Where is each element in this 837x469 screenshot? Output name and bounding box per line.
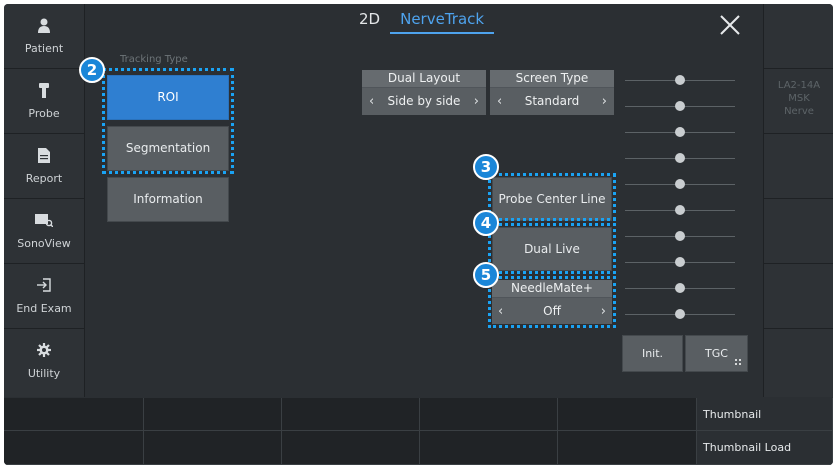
tgc-slider-knob[interactable] <box>675 101 685 111</box>
screen-type-title: Screen Type <box>490 70 614 88</box>
sidebar-item-label: End Exam <box>16 302 72 315</box>
ultrasound-console: Patient Probe Report SonoView End Exam U… <box>4 4 833 465</box>
bottom-cell[interactable] <box>420 398 558 431</box>
right-panel-cell <box>764 199 833 264</box>
segmentation-button[interactable]: Segmentation <box>107 126 229 171</box>
bottom-cell[interactable] <box>4 398 144 431</box>
probe-icon <box>39 83 49 98</box>
tab-nervetrack[interactable]: NerveTrack <box>390 10 495 34</box>
exit-icon <box>37 278 51 292</box>
dual-layout-title: Dual Layout <box>362 70 486 88</box>
roi-button[interactable]: ROI <box>107 75 229 120</box>
close-icon[interactable] <box>717 12 743 38</box>
right-panel: LA2-14A MSK Nerve <box>763 4 833 397</box>
screen-type-select[interactable]: Screen Type ‹ Standard › <box>490 70 614 115</box>
dual-layout-value: Side by side <box>387 94 461 108</box>
bottom-cell[interactable] <box>144 398 282 431</box>
person-icon <box>38 18 50 33</box>
chevron-left-icon[interactable]: ‹ <box>369 88 374 115</box>
tracking-type-label: Tracking Type <box>120 54 188 65</box>
step-badge-3: 3 <box>473 154 499 180</box>
chevron-right-icon[interactable]: › <box>601 298 606 325</box>
tgc-slider-knob[interactable] <box>675 283 685 293</box>
chevron-left-icon[interactable]: ‹ <box>498 298 503 325</box>
step-badge-5: 5 <box>473 262 499 288</box>
tgc-button[interactable]: TGC <box>685 335 748 372</box>
sidebar-item-patient[interactable]: Patient <box>4 4 84 69</box>
right-panel-cell <box>764 4 833 69</box>
bottom-cell[interactable] <box>558 431 697 465</box>
document-icon <box>38 148 50 163</box>
sidebar-item-report[interactable]: Report <box>4 134 84 199</box>
needlemate-title: NeedleMate+ <box>492 280 612 298</box>
tab-2d[interactable]: 2D <box>349 10 390 32</box>
bottom-cell[interactable] <box>558 398 697 431</box>
probe-preset-1: MSK <box>788 93 810 104</box>
dual-live-button[interactable]: Dual Live <box>492 227 612 271</box>
thumbnail-button[interactable]: Thumbnail <box>697 398 833 431</box>
right-panel-cell <box>764 134 833 199</box>
chevron-right-icon[interactable]: › <box>474 88 479 115</box>
sidebar-item-sonoview[interactable]: SonoView <box>4 199 84 264</box>
needlemate-select[interactable]: NeedleMate+ ‹ Off › <box>492 280 612 324</box>
grid-dots-icon <box>735 359 741 365</box>
right-panel-cell <box>764 329 833 397</box>
bottom-cell[interactable] <box>282 431 420 465</box>
sidebar-item-label: Report <box>25 172 63 185</box>
init-button[interactable]: Init. <box>622 335 683 372</box>
sidebar-item-label: SonoView <box>17 237 71 250</box>
probe-model: LA2-14A <box>777 80 821 91</box>
tgc-slider-knob[interactable] <box>675 257 685 267</box>
dual-layout-select[interactable]: Dual Layout ‹ Side by side › <box>362 70 486 115</box>
gear-icon <box>37 343 51 357</box>
thumbnail-load-button[interactable]: Thumbnail Load <box>697 431 833 465</box>
main-panel: 2D NerveTrack Tracking Type ROI Segmenta… <box>79 4 762 397</box>
probe-center-line-button[interactable]: Probe Center Line <box>492 177 612 221</box>
bottom-cell[interactable] <box>282 398 420 431</box>
sonoview-icon <box>35 214 53 227</box>
needlemate-value: Off <box>543 304 561 318</box>
sidebar-item-end-exam[interactable]: End Exam <box>4 264 84 329</box>
bottom-cell[interactable] <box>420 431 558 465</box>
tgc-button-label: TGC <box>705 347 728 360</box>
sidebar-item-label: Patient <box>24 42 64 55</box>
chevron-right-icon[interactable]: › <box>602 88 607 115</box>
right-panel-cell <box>764 264 833 329</box>
step-badge-4: 4 <box>473 210 499 236</box>
bottom-cell[interactable] <box>144 431 282 465</box>
tgc-slider-knob[interactable] <box>675 309 685 319</box>
sidebar-item-probe[interactable]: Probe <box>4 69 84 134</box>
screen-type-value: Standard <box>524 94 580 108</box>
mode-tabs: 2D NerveTrack <box>349 10 495 34</box>
tgc-slider-knob[interactable] <box>675 153 685 163</box>
tgc-slider-knob[interactable] <box>675 127 685 137</box>
tgc-slider-knob[interactable] <box>675 231 685 241</box>
bottom-cell[interactable] <box>4 431 144 465</box>
tgc-slider-knob[interactable] <box>675 179 685 189</box>
information-button[interactable]: Information <box>107 177 229 222</box>
probe-preset-2: Nerve <box>784 106 814 117</box>
bottom-bar: Thumbnail Thumbnail Load <box>4 398 833 465</box>
tgc-slider-knob[interactable] <box>675 205 685 215</box>
sidebar-item-label: Utility <box>27 367 61 380</box>
step-badge-2: 2 <box>79 57 105 83</box>
sidebar-item-label: Probe <box>28 107 60 120</box>
probe-info[interactable]: LA2-14A MSK Nerve <box>764 69 833 134</box>
tgc-slider-knob[interactable] <box>675 75 685 85</box>
sidebar: Patient Probe Report SonoView End Exam U… <box>4 4 85 397</box>
sidebar-item-utility[interactable]: Utility <box>4 329 84 394</box>
chevron-left-icon[interactable]: ‹ <box>497 88 502 115</box>
